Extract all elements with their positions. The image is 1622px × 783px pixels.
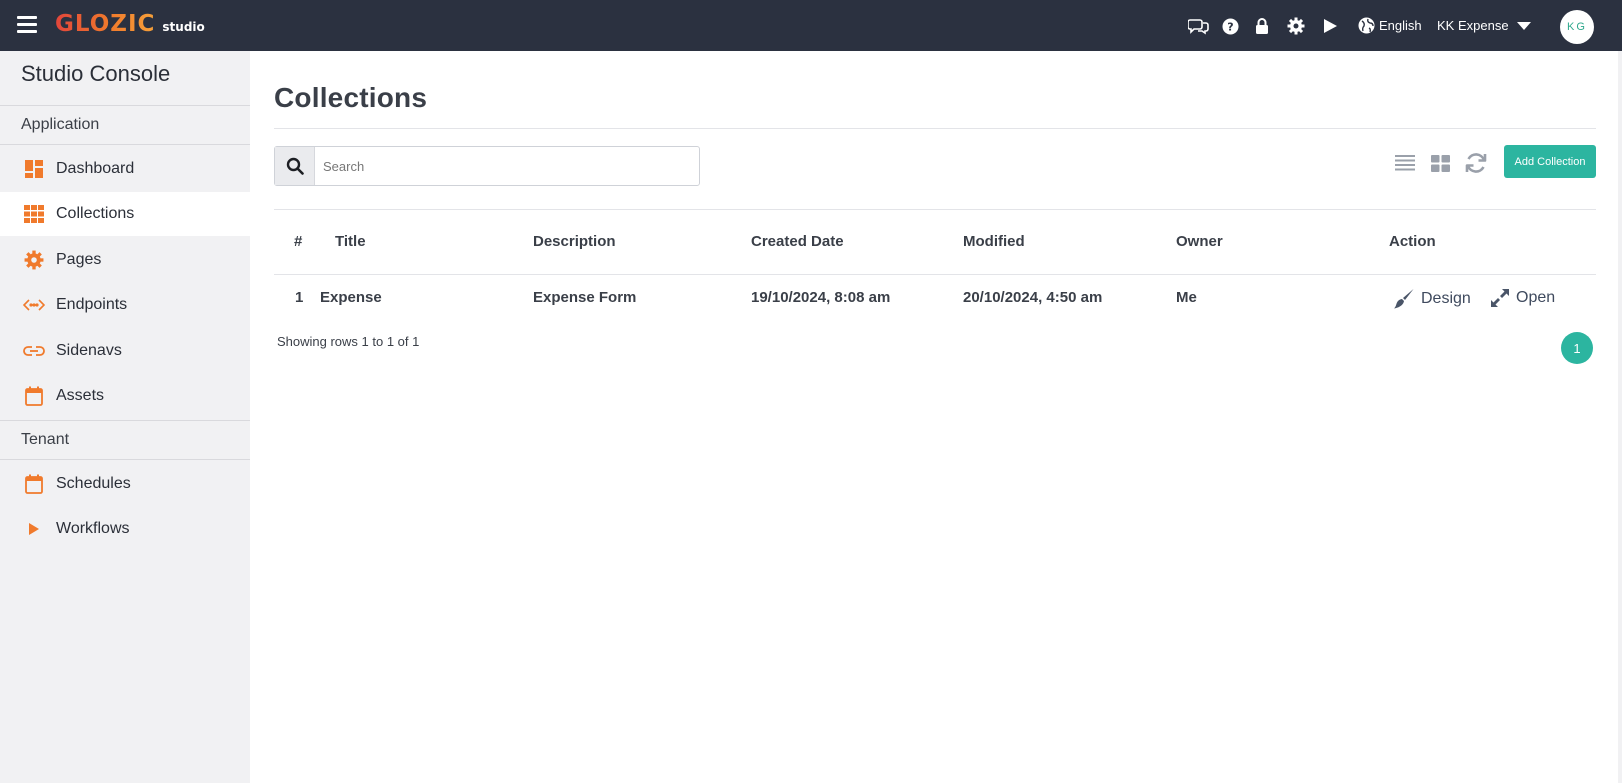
cell-modified: 20/10/2024, 4:50 am [963, 289, 1103, 306]
tenant-dropdown[interactable]: KK Expense [1437, 0, 1531, 51]
sidebar-item-label: Dashboard [56, 160, 135, 177]
column-header-title[interactable]: Title [335, 233, 366, 250]
tenant-label: KK Expense [1437, 18, 1509, 33]
sidebar-item-workflows[interactable]: Workflows [0, 507, 250, 551]
sidebar-section-tenant: Tenant [0, 420, 250, 460]
refresh-button[interactable] [1463, 150, 1489, 176]
gear-icon[interactable] [1285, 15, 1307, 37]
paintbrush-icon [1394, 289, 1414, 309]
divider [274, 128, 1596, 129]
sidebar-item-label: Schedules [56, 475, 131, 492]
avatar[interactable]: KG [1560, 10, 1594, 44]
grid-view-icon [1430, 154, 1450, 172]
language-label: English [1379, 18, 1422, 33]
language-selector[interactable]: English [1358, 0, 1422, 51]
sidebar-item-label: Sidenavs [56, 342, 122, 359]
column-header-action: Action [1389, 233, 1436, 250]
add-collection-button[interactable]: Add Collection [1504, 145, 1596, 178]
play-icon [22, 518, 46, 540]
sidebar-item-sidenavs[interactable]: Sidenavs [0, 329, 250, 373]
brand-name: GLOZIC [55, 11, 156, 37]
column-header-created-date[interactable]: Created Date [751, 233, 844, 250]
list-view-icon [1395, 155, 1415, 171]
refresh-icon [1465, 153, 1487, 173]
sidebar: Studio Console Application Dashboard Col… [0, 51, 250, 783]
sidebar-item-label: Pages [56, 251, 102, 268]
calendar-icon [22, 473, 46, 495]
page-number-button[interactable]: 1 [1561, 332, 1593, 364]
cell-created-date: 19/10/2024, 8:08 am [751, 289, 891, 306]
gear-icon [22, 249, 46, 271]
sidebar-item-schedules[interactable]: Schedules [0, 462, 250, 506]
dashboard-icon [22, 158, 46, 180]
divider [274, 209, 1596, 210]
sidebar-item-label: Workflows [56, 520, 130, 537]
play-icon[interactable] [1319, 15, 1341, 37]
link-icon [22, 340, 46, 362]
sidebar-title: Studio Console [21, 61, 171, 86]
cell-description: Expense Form [533, 289, 637, 306]
search-box [274, 146, 700, 186]
chat-icon[interactable] [1187, 15, 1209, 37]
sidebar-item-assets[interactable]: Assets [0, 374, 250, 418]
cell-title: Expense [320, 289, 382, 306]
expand-icon [1491, 289, 1509, 307]
column-header-owner[interactable]: Owner [1176, 233, 1223, 250]
svg-text:?: ? [1227, 20, 1233, 33]
open-label: Open [1516, 289, 1556, 306]
hamburger-menu-icon[interactable] [17, 16, 37, 33]
search-icon [286, 157, 304, 175]
sidebar-item-dashboard[interactable]: Dashboard [0, 147, 250, 191]
open-button[interactable]: Open [1490, 288, 1555, 308]
scrollbar-track[interactable] [1618, 51, 1622, 783]
globe-icon [1358, 17, 1375, 34]
sidebar-item-collections[interactable]: Collections [0, 192, 250, 236]
cell-owner: Me [1176, 289, 1197, 306]
top-bar: GLOZIC studio ? English KK Expense KG [0, 0, 1622, 51]
help-icon[interactable]: ? [1219, 15, 1241, 37]
search-button[interactable] [275, 147, 315, 185]
grid-view-button[interactable] [1427, 150, 1453, 176]
sidebar-item-label: Endpoints [56, 296, 128, 313]
search-input[interactable] [315, 147, 699, 185]
code-icon [22, 294, 46, 316]
divider [274, 274, 1596, 275]
cell-number: 1 [295, 289, 304, 306]
grid-icon [22, 203, 46, 225]
sidebar-section-application: Application [0, 105, 250, 145]
sidebar-item-label: Assets [56, 387, 105, 404]
column-header-number: # [294, 233, 303, 250]
design-button[interactable]: Design [1393, 288, 1471, 310]
pagination-summary: Showing rows 1 to 1 of 1 [277, 334, 420, 349]
sidebar-item-endpoints[interactable]: Endpoints [0, 283, 250, 327]
calendar-icon [22, 385, 46, 407]
column-header-modified[interactable]: Modified [963, 233, 1025, 250]
brand-logo[interactable]: GLOZIC studio [55, 11, 205, 37]
brand-subtitle: studio [162, 20, 205, 34]
sidebar-item-pages[interactable]: Pages [0, 238, 250, 282]
lock-icon[interactable] [1251, 15, 1273, 37]
list-view-button[interactable] [1392, 150, 1418, 176]
design-label: Design [1421, 290, 1471, 307]
caret-down-icon [1516, 21, 1531, 30]
page-title: Collections [274, 82, 428, 113]
column-header-description[interactable]: Description [533, 233, 616, 250]
sidebar-item-label: Collections [56, 205, 135, 222]
